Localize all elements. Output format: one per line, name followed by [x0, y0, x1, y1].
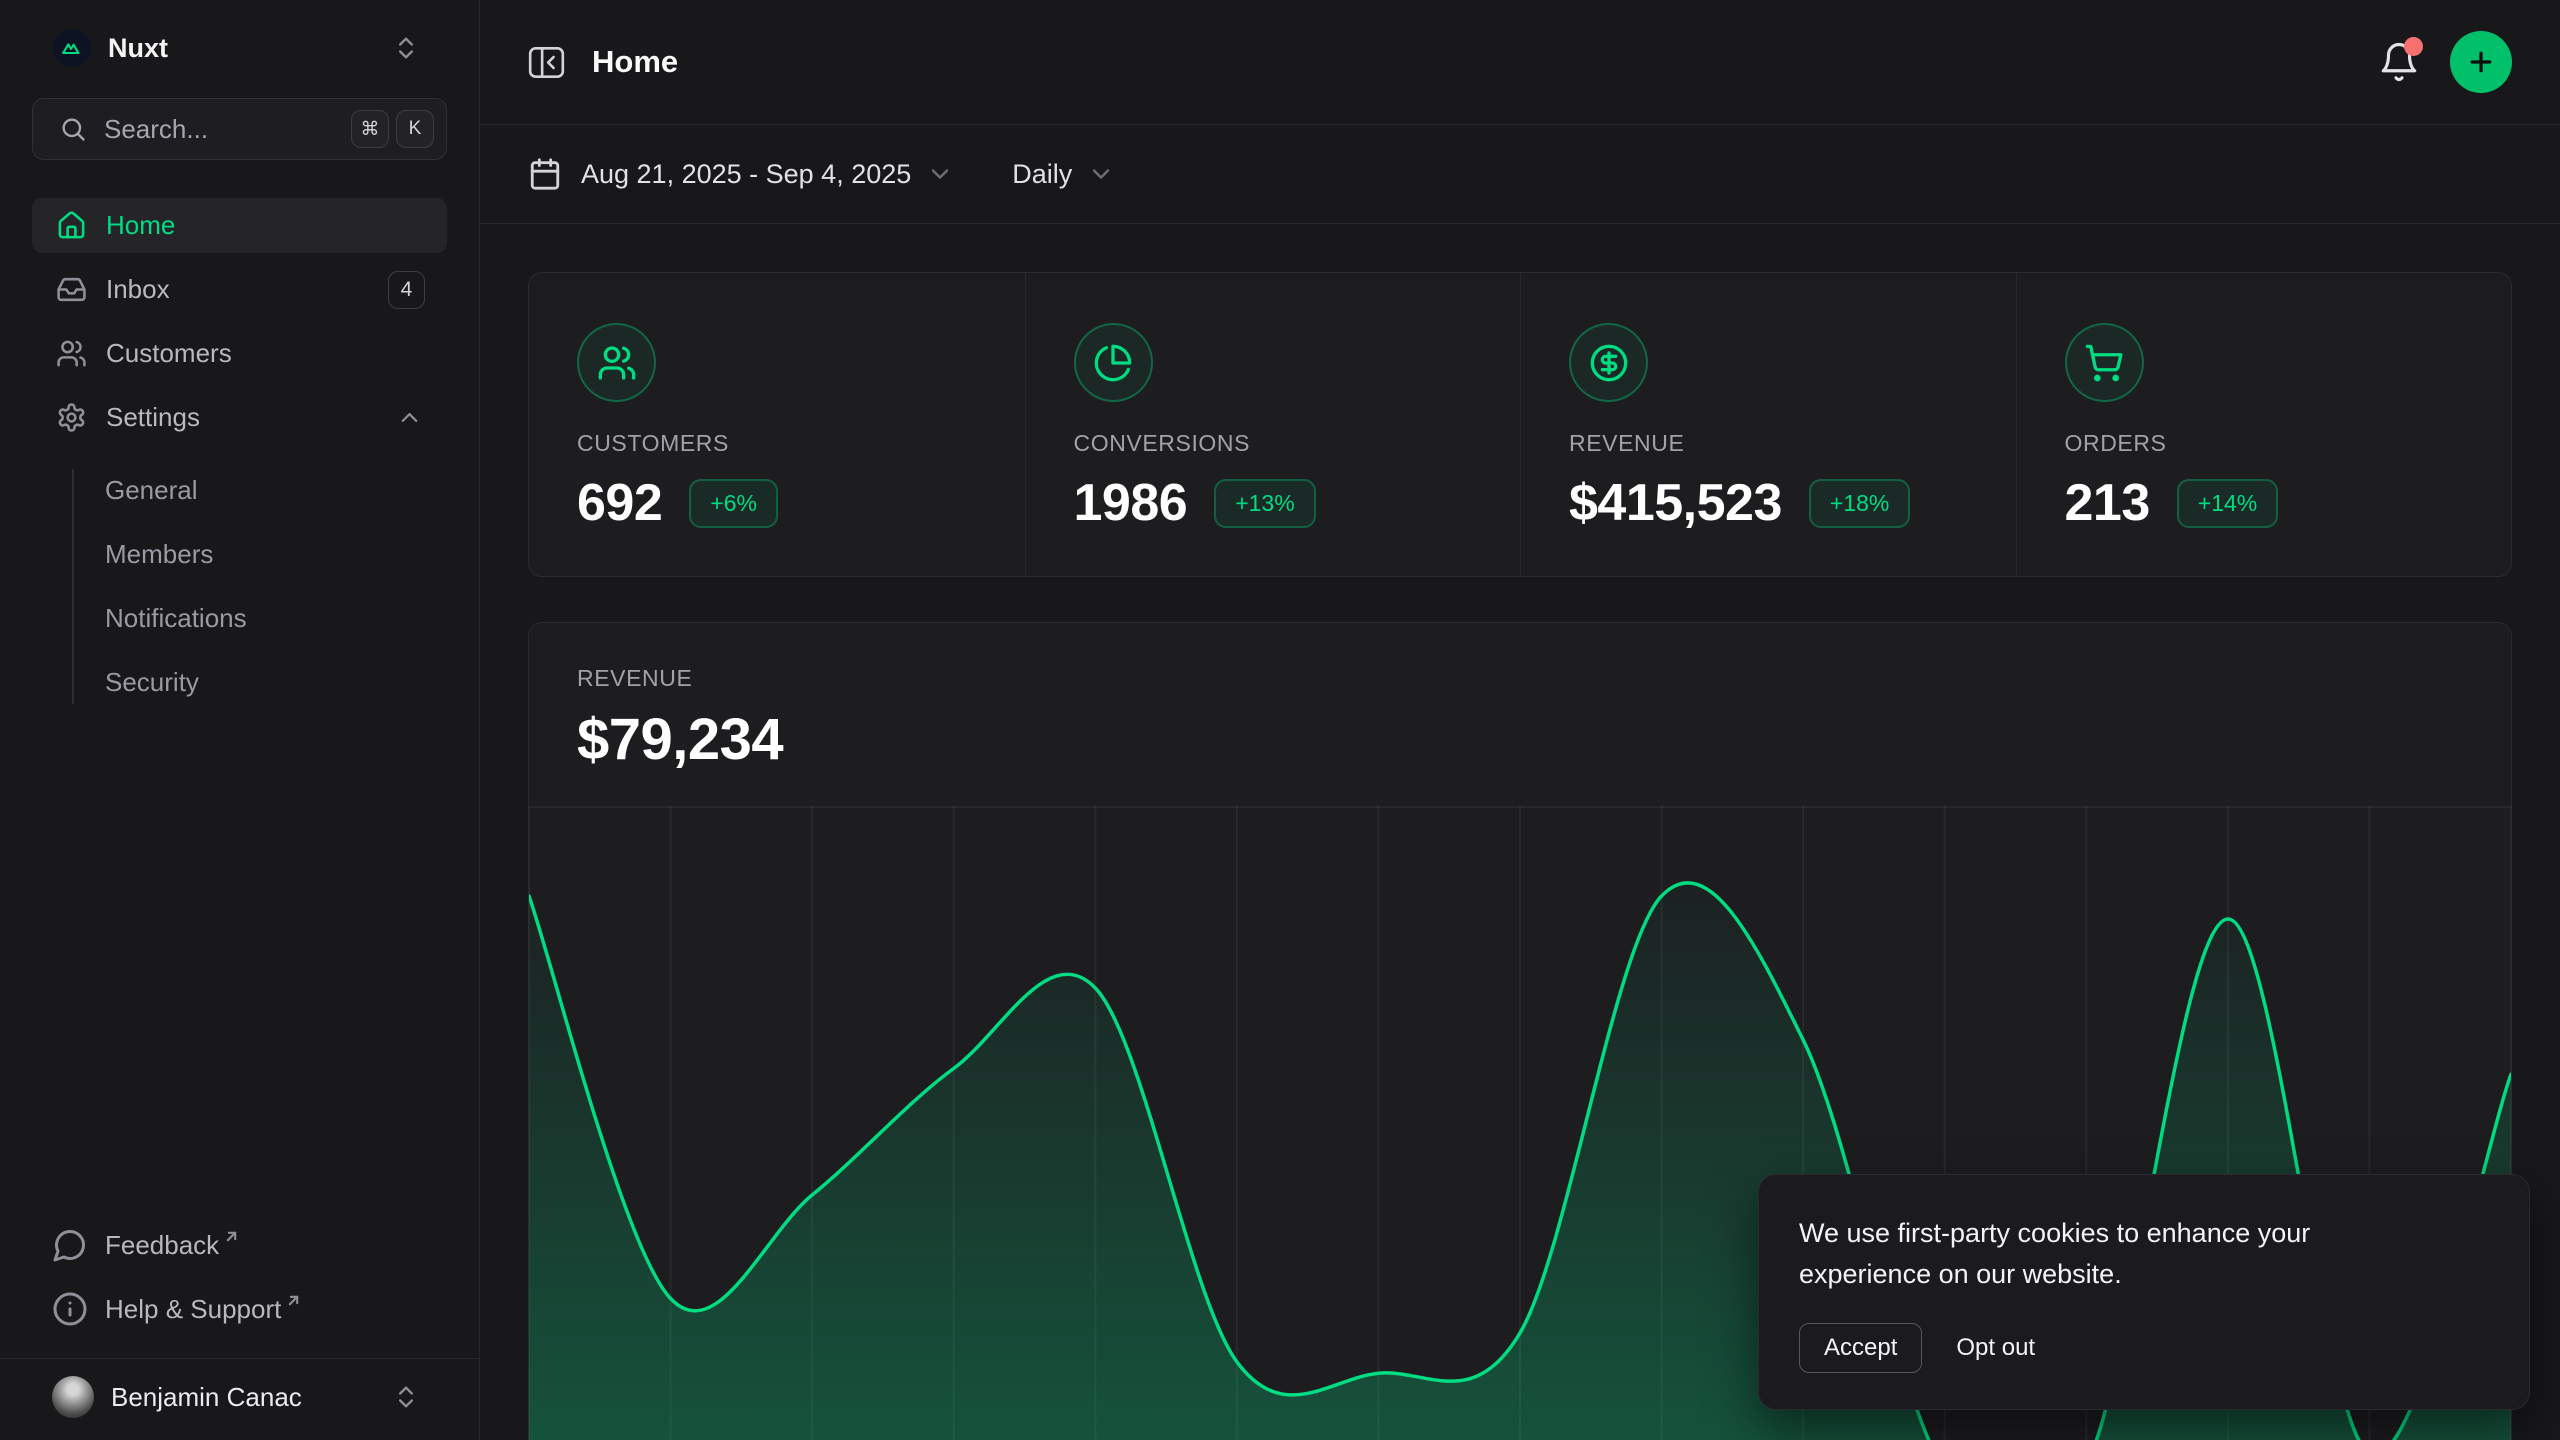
sidebar-item-security[interactable]: Security — [32, 655, 447, 710]
stat-delta-badge: +14% — [2177, 479, 2278, 528]
stat-label: CONVERSIONS — [1074, 430, 1521, 457]
revenue-chart-value: $79,234 — [577, 706, 2463, 773]
chevrons-up-down-icon[interactable] — [392, 34, 420, 62]
sidebar-item-inbox[interactable]: Inbox 4 — [32, 262, 447, 317]
stats-card: CUSTOMERS 692 +6% CONVERSIONS 1986 — [528, 272, 2512, 577]
stat-value: $415,523 — [1569, 473, 1782, 533]
inbox-icon — [56, 274, 87, 305]
sidebar-item-label: Home — [106, 210, 175, 241]
sidebar-footer: Feedback Help & Support — [32, 1220, 447, 1338]
date-range-label: Aug 21, 2025 - Sep 4, 2025 — [581, 159, 911, 190]
kbd-cmd: ⌘ — [351, 110, 389, 148]
sidebar-item-members[interactable]: Members — [32, 527, 447, 582]
main-area: Home — [480, 0, 2560, 1440]
stat-revenue[interactable]: REVENUE $415,523 +18% — [1520, 273, 2016, 576]
page-header: Home — [480, 0, 2560, 125]
sidebar-item-label: Inbox — [106, 274, 170, 305]
nuxt-logo — [53, 29, 91, 67]
home-icon — [56, 210, 87, 241]
page-title: Home — [592, 44, 678, 80]
message-bubble-icon — [52, 1227, 88, 1263]
stat-label: REVENUE — [1569, 430, 2016, 457]
search-placeholder: Search... — [104, 114, 344, 145]
brand-name: Nuxt — [108, 33, 168, 64]
inbox-count-badge: 4 — [388, 271, 425, 309]
dashboard-content: CUSTOMERS 692 +6% CONVERSIONS 1986 — [480, 224, 2560, 1440]
plus-icon — [2466, 47, 2496, 77]
collapse-sidebar-icon[interactable] — [528, 46, 565, 79]
sidebar-item-settings[interactable]: Settings — [32, 390, 447, 445]
stat-label: ORDERS — [2065, 430, 2512, 457]
stat-value: 1986 — [1074, 473, 1188, 533]
stat-conversions[interactable]: CONVERSIONS 1986 +13% — [1025, 273, 1521, 576]
stat-value: 213 — [2065, 473, 2150, 533]
chevrons-up-down-icon — [392, 1383, 420, 1411]
users-icon — [56, 338, 87, 369]
sidebar-item-general[interactable]: General — [32, 463, 447, 518]
users-icon — [577, 323, 656, 402]
help-support-label: Help & Support — [105, 1294, 281, 1325]
feedback-link[interactable]: Feedback — [32, 1220, 447, 1270]
notifications-button[interactable] — [2378, 41, 2420, 83]
sidebar-item-label: Members — [105, 539, 213, 570]
sidebar-user-section: Benjamin Canac — [0, 1358, 479, 1440]
stat-value: 692 — [577, 473, 662, 533]
cart-icon — [2065, 323, 2144, 402]
search-input[interactable]: Search... ⌘ K — [32, 98, 447, 160]
search-icon — [59, 115, 87, 143]
gear-icon — [56, 402, 87, 433]
revenue-chart-header: REVENUE $79,234 — [529, 623, 2511, 806]
cookie-banner: We use first-party cookies to enhance yo… — [1758, 1174, 2530, 1410]
help-support-link[interactable]: Help & Support — [32, 1284, 447, 1334]
opt-out-button[interactable]: Opt out — [1956, 1334, 2035, 1362]
accept-button[interactable]: Accept — [1799, 1323, 1922, 1373]
feedback-label: Feedback — [105, 1230, 219, 1261]
chevron-down-icon — [926, 160, 954, 188]
sidebar-item-notifications[interactable]: Notifications — [32, 591, 447, 646]
sidebar-item-label: General — [105, 475, 198, 506]
cookie-message: We use first-party cookies to enhance yo… — [1799, 1213, 2429, 1295]
calendar-icon — [528, 157, 562, 191]
sidebar-item-home[interactable]: Home — [32, 198, 447, 253]
revenue-chart-label: REVENUE — [577, 665, 2463, 692]
notification-dot — [2404, 37, 2423, 56]
user-name: Benjamin Canac — [111, 1382, 302, 1413]
filter-toolbar: Aug 21, 2025 - Sep 4, 2025 Daily — [480, 125, 2560, 224]
pie-chart-icon — [1074, 323, 1153, 402]
info-circle-icon — [52, 1291, 88, 1327]
add-button[interactable] — [2450, 31, 2512, 93]
sidebar-item-label: Customers — [106, 338, 232, 369]
external-link-icon — [284, 1291, 303, 1310]
sidebar-item-label: Settings — [106, 402, 200, 433]
app-root: Nuxt Search... ⌘ K Home — [0, 0, 2560, 1440]
sidebar-item-label: Notifications — [105, 603, 247, 634]
chevron-up-icon — [396, 404, 423, 431]
cookie-actions: Accept Opt out — [1799, 1323, 2489, 1373]
stat-delta-badge: +6% — [689, 479, 778, 528]
settings-submenu: General Members Notifications Security — [32, 463, 447, 710]
sidebar-item-customers[interactable]: Customers — [32, 326, 447, 381]
kbd-k: K — [396, 110, 434, 148]
stat-delta-badge: +13% — [1214, 479, 1315, 528]
stat-customers[interactable]: CUSTOMERS 692 +6% — [529, 273, 1025, 576]
sidebar: Nuxt Search... ⌘ K Home — [0, 0, 480, 1440]
stat-delta-badge: +18% — [1809, 479, 1910, 528]
sidebar-nav: Home Inbox 4 — [32, 198, 447, 710]
sidebar-spacer — [32, 710, 447, 1220]
dollar-circle-icon — [1569, 323, 1648, 402]
chevron-down-icon — [1087, 160, 1115, 188]
sidebar-item-label: Security — [105, 667, 199, 698]
user-menu[interactable]: Benjamin Canac — [32, 1376, 447, 1418]
workspace-selector[interactable]: Nuxt — [32, 26, 447, 70]
stat-label: CUSTOMERS — [577, 430, 1025, 457]
granularity-label: Daily — [1012, 159, 1072, 190]
date-range-picker[interactable]: Aug 21, 2025 - Sep 4, 2025 — [528, 157, 954, 191]
header-actions — [2378, 31, 2512, 93]
avatar — [52, 1376, 94, 1418]
stat-orders[interactable]: ORDERS 213 +14% — [2016, 273, 2512, 576]
granularity-select[interactable]: Daily — [1012, 159, 1115, 190]
external-link-icon — [222, 1227, 241, 1246]
